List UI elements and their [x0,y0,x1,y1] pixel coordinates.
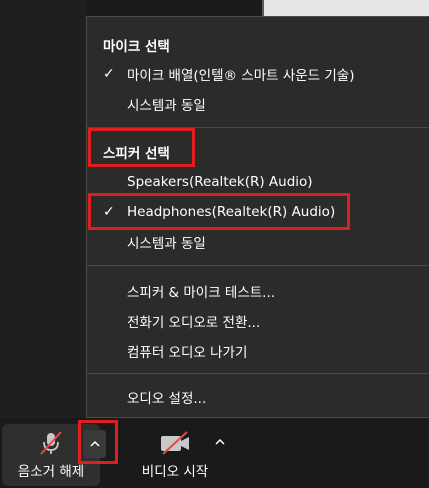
speaker-option-headphones[interactable]: ✓ Headphones(Realtek(R) Audio) [87,198,429,226]
divider [87,373,429,374]
divider [87,127,429,128]
speaker-option-label: 시스템과 동일 [127,236,206,252]
speaker-option-system[interactable]: 시스템과 동일 [87,228,429,256]
meeting-toolbar: 음소거 해제 비디오 시작 [0,418,429,488]
video-options-caret[interactable] [212,434,228,450]
muted-mic-icon [38,430,64,456]
speaker-option-label: Headphones(Realtek(R) Audio) [127,204,336,220]
speaker-option-speakers[interactable]: Speakers(Realtek(R) Audio) [87,168,429,196]
start-video-label: 비디오 시작 [141,464,209,480]
speaker-option-label: Speakers(Realtek(R) Audio) [127,174,313,190]
test-speaker-mic-item[interactable]: 스피커 & 마이크 테스트... [87,277,429,305]
audio-menu: 마이크 선택 ✓ 마이크 배열(인텔® 스마트 사운드 기술) 시스템과 동일 … [86,16,429,418]
leave-computer-audio-item[interactable]: 컴퓨터 오디오 나가기 [87,337,429,365]
switch-phone-audio-item[interactable]: 전화기 오디오로 전환... [87,307,429,335]
mic-option-label: 마이크 배열(인텔® 스마트 사운드 기술) [127,68,355,84]
audio-options-caret[interactable] [84,430,106,458]
background-panel [0,0,86,418]
divider [87,265,429,266]
unmute-label: 음소거 해제 [17,464,85,480]
mic-section-header: 마이크 선택 [87,31,429,59]
speaker-section-header: 스피커 선택 [87,138,429,166]
menu-item-label: 오디오 설정... [127,391,207,407]
menu-item-label: 전화기 오디오로 전환... [127,315,261,331]
menu-item-label: 컴퓨터 오디오 나가기 [127,345,248,361]
chevron-up-icon [215,438,225,445]
checkmark-icon: ✓ [103,204,115,220]
mic-option-array[interactable]: ✓ 마이크 배열(인텔® 스마트 사운드 기술) [87,60,429,88]
mic-option-system[interactable]: 시스템과 동일 [87,90,429,118]
menu-item-label: 스피커 & 마이크 테스트... [127,285,276,301]
speaker-section-title: 스피커 선택 [103,146,170,162]
mic-option-label: 시스템과 동일 [127,98,206,114]
checkmark-icon: ✓ [103,66,115,82]
audio-settings-item[interactable]: 오디오 설정... [87,383,429,411]
background-window [262,0,429,16]
mic-section-title: 마이크 선택 [103,39,170,55]
video-off-icon [157,430,193,456]
chevron-up-icon [90,440,100,447]
